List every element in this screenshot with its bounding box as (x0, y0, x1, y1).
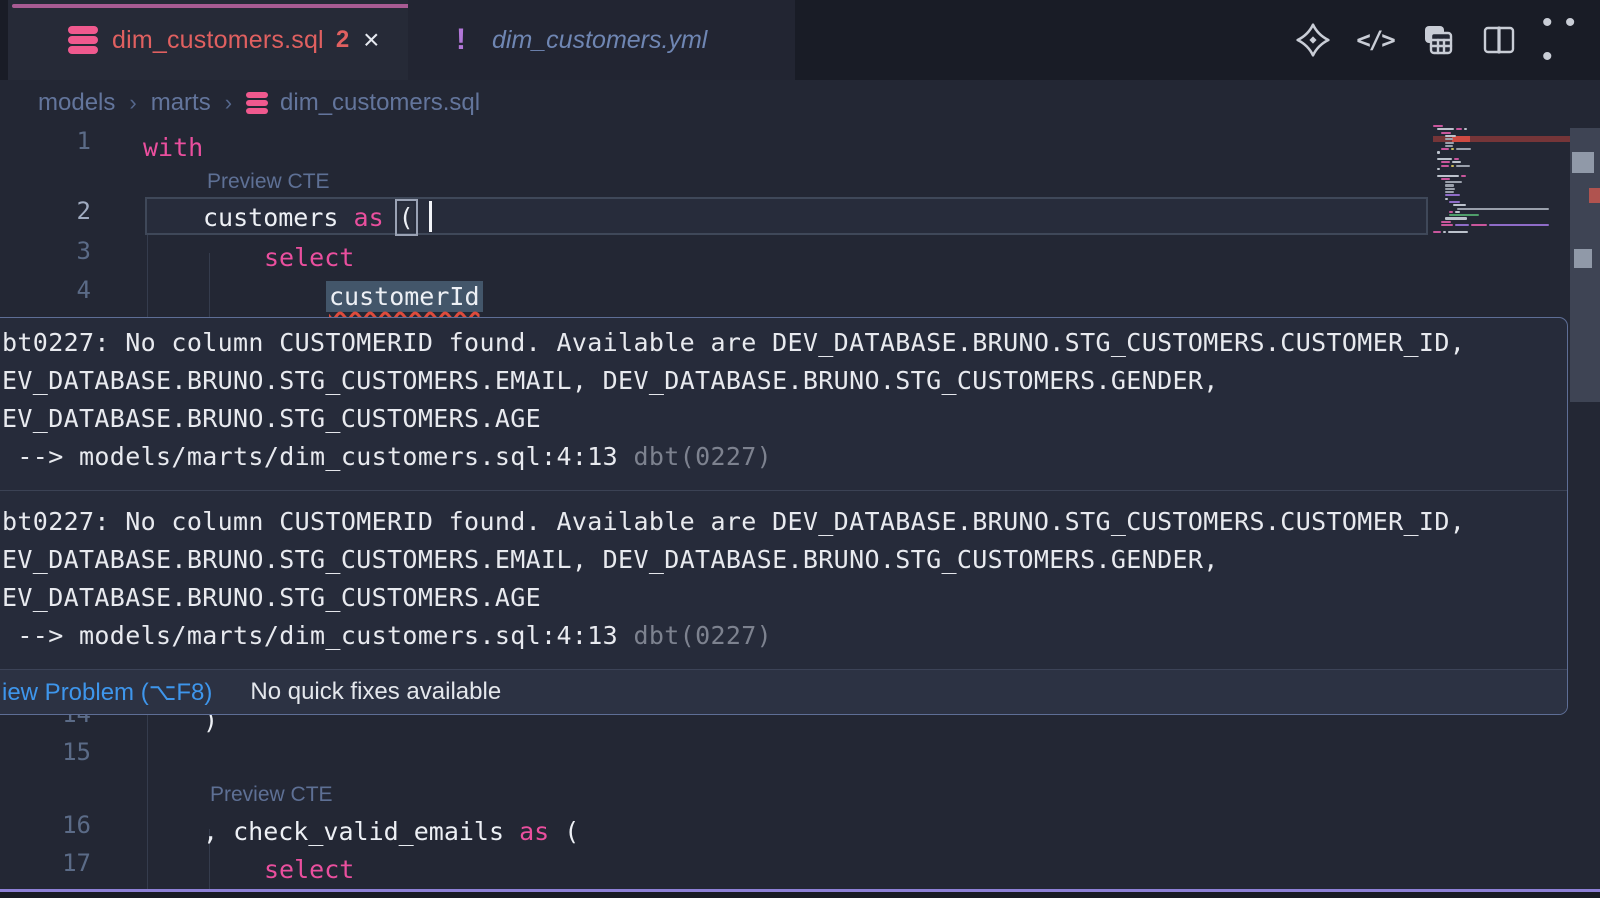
sql-keyword: as (354, 203, 399, 232)
error-text: EV_DATABASE.BRUNO.STG_CUSTOMERS.AGE (2, 400, 1567, 438)
code-editor[interactable]: 1 with Preview CTE 2 customers as ( 3 se… (0, 125, 1600, 898)
line-number: 15 (0, 738, 91, 766)
window-bottom-edge (0, 892, 1600, 898)
matched-bracket: ( (399, 203, 414, 232)
split-editor-icon[interactable] (1480, 21, 1518, 59)
cte-name: , check_valid_emails (203, 817, 519, 846)
breadcrumb-models[interactable]: models (38, 89, 115, 117)
chevron-right-icon: › (225, 90, 232, 116)
more-actions-icon[interactable]: • • • (1542, 21, 1580, 59)
line-number: 1 (0, 127, 91, 155)
line-number: 2 (0, 197, 91, 225)
error-hover-widget: bt0227: No column CUSTOMERID found. Avai… (0, 317, 1568, 715)
error-token-customerid[interactable]: customerId (326, 281, 483, 312)
line-number: 16 (0, 811, 91, 839)
error-text: bt0227: No column CUSTOMERID found. Avai… (2, 503, 1567, 541)
tab-label: dim_customers.yml (492, 26, 707, 55)
text-cursor (429, 201, 432, 232)
line-number: 17 (0, 849, 91, 877)
sql-keyword: with (143, 133, 203, 162)
sql-keyword: select (264, 243, 354, 272)
breadcrumb-marts[interactable]: marts (151, 89, 211, 117)
error-code: dbt(0227) (618, 442, 772, 471)
chevron-right-icon: › (129, 90, 136, 116)
sql-keyword: select (264, 855, 354, 884)
quick-fix-message: No quick fixes available (250, 678, 501, 706)
cte-name: customers (203, 203, 354, 232)
close-icon[interactable]: × (363, 26, 379, 54)
code-line-15: 15 (0, 738, 1430, 778)
overview-mark (1572, 152, 1594, 173)
error-location: --> models/marts/dim_customers.sql:4:13 … (2, 438, 1567, 476)
error-code: dbt(0227) (618, 621, 772, 650)
tab-label: dim_customers.sql (112, 26, 324, 55)
code-line-17: 17 select (0, 849, 1430, 889)
minimap[interactable] (1433, 125, 1570, 245)
tab-dim-customers-sql[interactable]: dim_customers.sql 2 × (8, 0, 408, 80)
code-line-1: 1 with (0, 127, 1430, 167)
view-problem-link[interactable]: iew Problem (⌥F8) (2, 678, 212, 707)
overview-error-mark (1589, 188, 1600, 203)
error-message-block: bt0227: No column CUSTOMERID found. Avai… (0, 318, 1567, 490)
database-icon (246, 92, 268, 114)
error-text: bt0227: No column CUSTOMERID found. Avai… (2, 324, 1567, 362)
tab-modified-badge: 2 (336, 26, 349, 54)
editor-actions-toolbar: </> • • • (1294, 0, 1580, 80)
line-number: 4 (0, 276, 91, 304)
overview-mark (1574, 249, 1592, 268)
sql-keyword: as (519, 817, 564, 846)
scrollbar-track[interactable] (1570, 128, 1600, 898)
codelens-preview-cte[interactable]: Preview CTE (210, 783, 333, 807)
breadcrumb: models › marts › dim_customers.sql (0, 80, 1600, 125)
active-tab-accent (12, 4, 416, 8)
error-text: EV_DATABASE.BRUNO.STG_CUSTOMERS.AGE (2, 579, 1567, 617)
code-line-16: 16 , check_valid_emails as ( (0, 811, 1430, 851)
tab-dim-customers-yml[interactable]: ! dim_customers.yml (408, 0, 795, 80)
codelens-preview-cte[interactable]: Preview CTE (207, 170, 330, 194)
error-text: EV_DATABASE.BRUNO.STG_CUSTOMERS.EMAIL, D… (2, 362, 1567, 400)
error-text: EV_DATABASE.BRUNO.STG_CUSTOMERS.EMAIL, D… (2, 541, 1567, 579)
tab-bar: dim_customers.sql 2 × ! dim_customers.ym… (0, 0, 1600, 80)
database-icon (68, 26, 98, 54)
code-line-3: 3 select (0, 237, 1430, 277)
copy-table-icon[interactable] (1418, 21, 1456, 59)
breadcrumb-file[interactable]: dim_customers.sql (280, 89, 480, 117)
dbt-logo-icon[interactable] (1294, 21, 1332, 59)
line-number: 3 (0, 237, 91, 265)
warning-icon: ! (456, 23, 466, 57)
code-line-2: 2 customers as ( (0, 197, 1430, 237)
hover-status-bar: iew Problem (⌥F8) No quick fixes availab… (0, 669, 1567, 714)
editor-window: dim_customers.sql 2 × ! dim_customers.ym… (0, 0, 1600, 898)
error-location: --> models/marts/dim_customers.sql:4:13 … (2, 617, 1567, 655)
code-icon[interactable]: </> (1356, 21, 1394, 59)
error-message-block: bt0227: No column CUSTOMERID found. Avai… (0, 491, 1567, 669)
opening-paren: ( (564, 817, 579, 846)
code-line-4: 4 customerId (0, 276, 1430, 316)
